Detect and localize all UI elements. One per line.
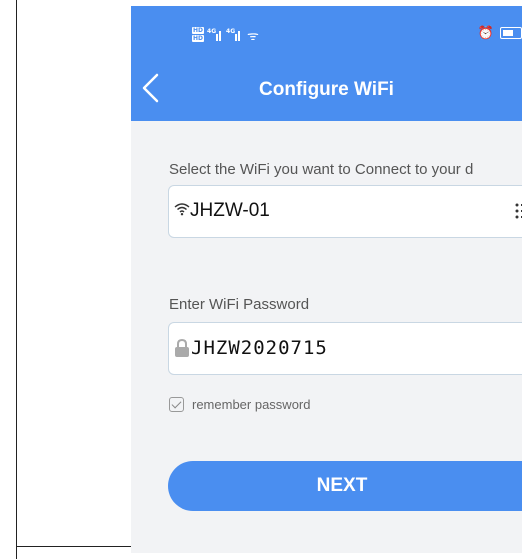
checkbox-checked-icon[interactable] bbox=[169, 397, 184, 412]
wifi-list-icon[interactable] bbox=[515, 202, 522, 220]
status-bar-right: ⏰ bbox=[478, 25, 522, 41]
signal-icon-2: 4G bbox=[226, 28, 242, 41]
password-field[interactable]: JHZW2020715 bbox=[168, 322, 522, 375]
remember-password-checkbox[interactable]: remember password bbox=[169, 397, 311, 412]
top-app-bar: HD HD 4G 4G ᯤ ⏰ Configure WiFi bbox=[131, 6, 522, 121]
lock-icon bbox=[175, 339, 189, 357]
phone-screen: HD HD 4G 4G ᯤ ⏰ Configure WiFi Select th… bbox=[131, 6, 522, 553]
signal-icon: 4G bbox=[207, 28, 223, 41]
page-title: Configure WiFi bbox=[259, 79, 394, 100]
wifi-select-field[interactable]: JHZW-01 bbox=[168, 185, 522, 238]
password-label: Enter WiFi Password bbox=[169, 296, 310, 313]
password-value: JHZW2020715 bbox=[191, 337, 328, 359]
status-bar-left: HD HD 4G 4G ᯤ bbox=[192, 26, 259, 44]
wifi-icon bbox=[174, 203, 190, 216]
frame-border-left bbox=[16, 0, 17, 559]
alarm-icon: ⏰ bbox=[477, 25, 494, 40]
wifi-ssid-value: JHZW-01 bbox=[190, 200, 270, 221]
battery-icon bbox=[500, 27, 522, 39]
remember-password-label: remember password bbox=[192, 397, 311, 412]
wifi-status-icon: ᯤ bbox=[247, 28, 259, 43]
wifi-select-label: Select the WiFi you want to Connect to y… bbox=[169, 161, 474, 178]
sim-icon: HD HD bbox=[192, 27, 205, 42]
next-button[interactable]: NEXT bbox=[168, 461, 522, 511]
